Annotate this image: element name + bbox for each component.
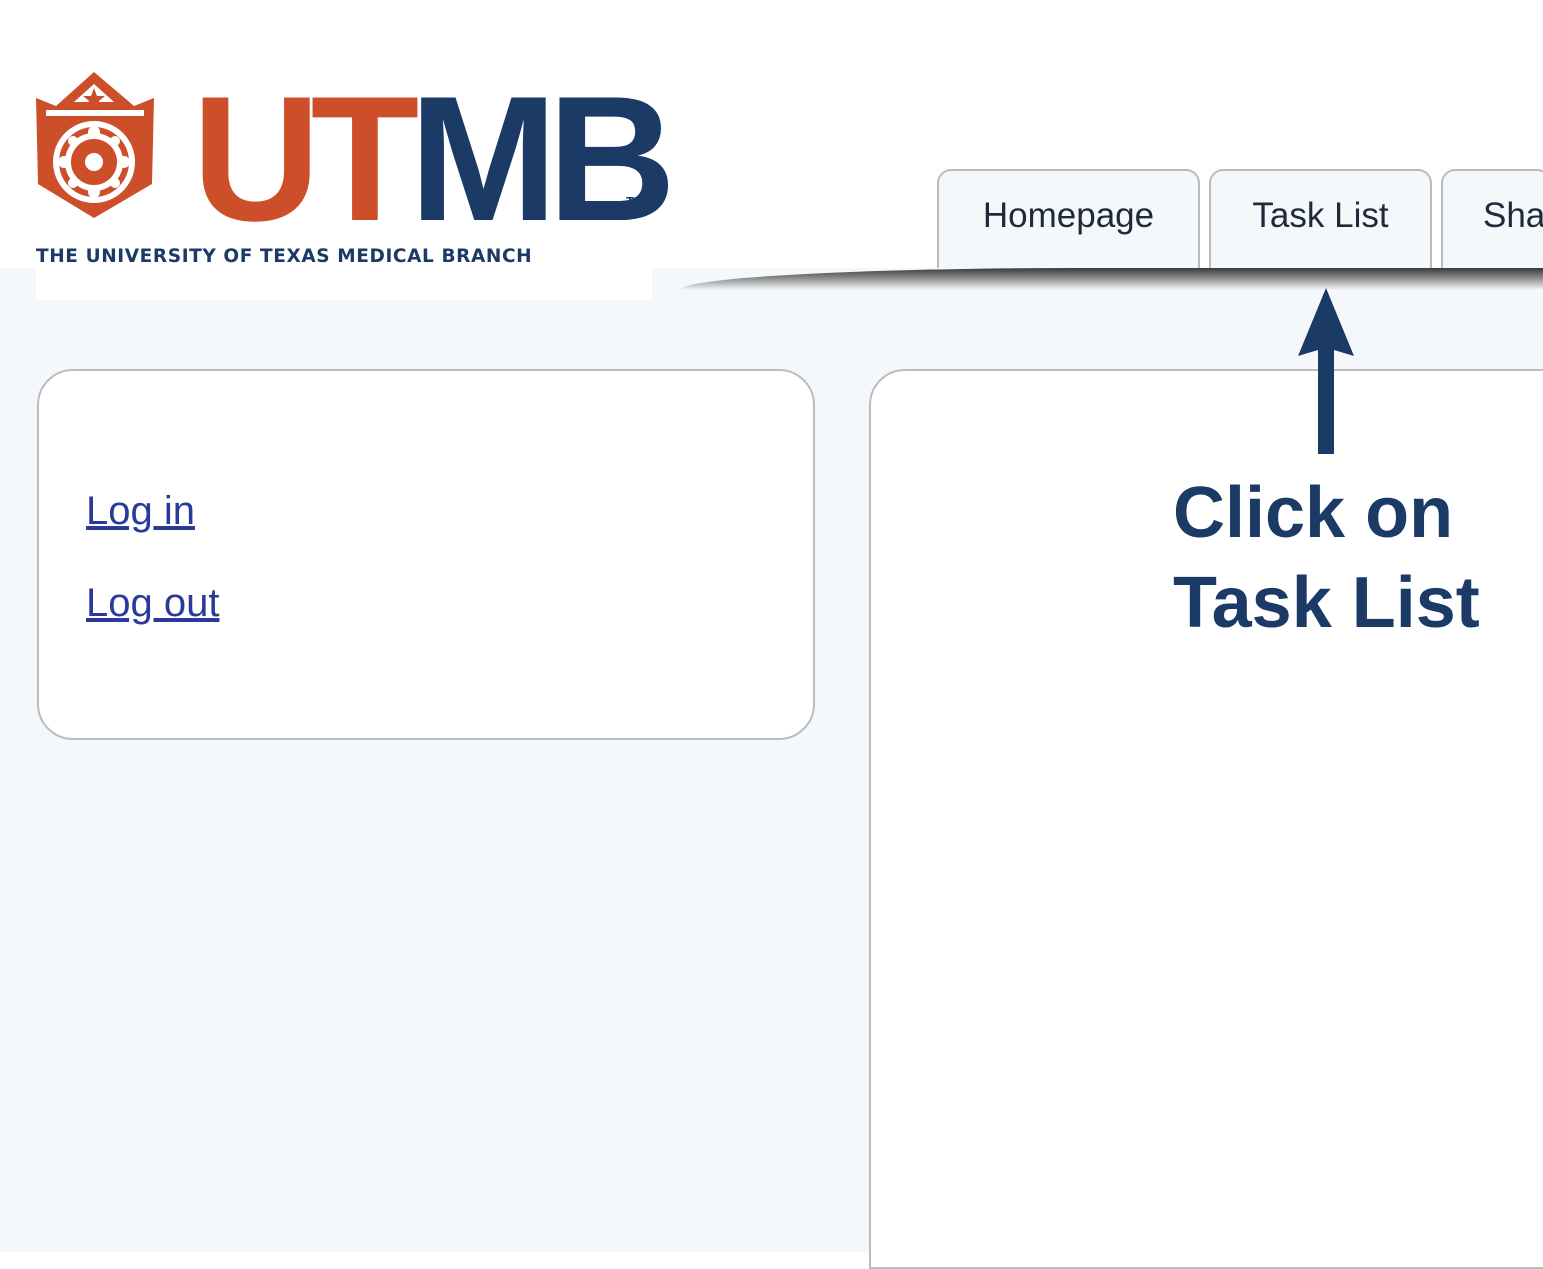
sidebar-panel: Log in Log out [37,369,815,740]
logo-word-ut: UT [192,59,419,258]
logo-trademark: TM [626,194,645,209]
logout-link[interactable]: Log out [86,581,219,626]
instruction-callout: Click on Task List [1173,468,1480,648]
shield-icon [36,72,154,218]
logo-wordmark: UTMB [192,70,676,248]
login-link[interactable]: Log in [86,489,195,534]
tab-share[interactable]: Sha [1441,169,1543,268]
utmb-logo[interactable]: UTMB TM THE UNIVERSITY OF TEXAS MEDICAL … [36,66,676,300]
tab-homepage-label: Homepage [982,195,1155,235]
tab-task-list[interactable]: Task List [1209,169,1432,268]
tab-task-list-label: Task List [1252,195,1389,235]
callout-line-1: Click on [1173,473,1454,553]
logo-word-mb: MB [409,59,676,258]
tab-homepage[interactable]: Homepage [937,169,1200,268]
up-arrow-icon [1298,288,1354,454]
tab-share-label: Sha [1483,195,1543,235]
callout-line-2: Task List [1173,563,1480,643]
logo-tagline: THE UNIVERSITY OF TEXAS MEDICAL BRANCH [36,246,533,267]
